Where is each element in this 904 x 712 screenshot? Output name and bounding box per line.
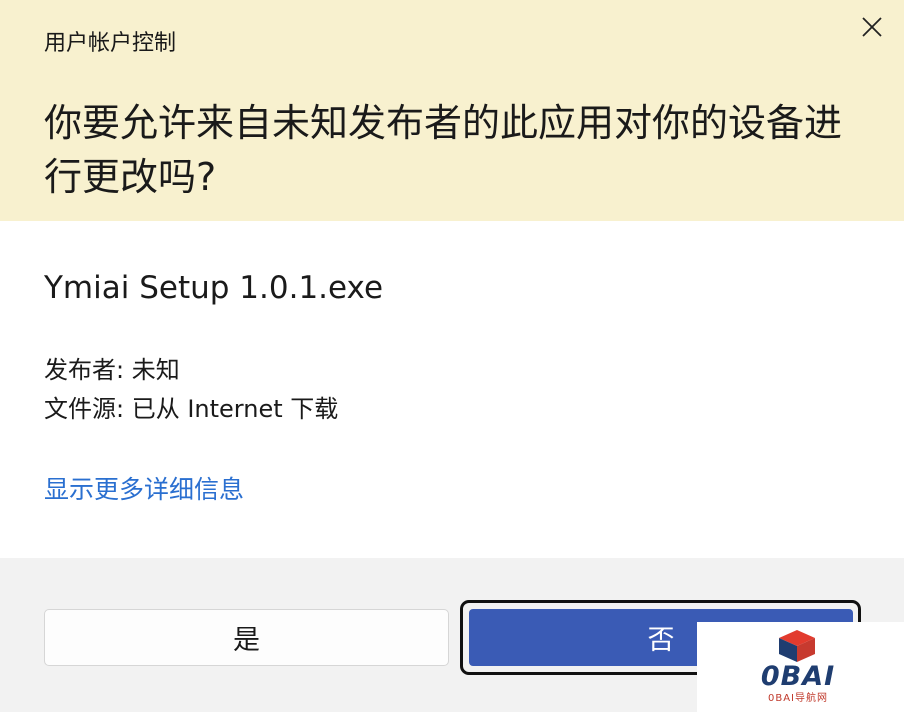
uac-dialog: 用户帐户控制 你要允许来自未知发布者的此应用对你的设备进行更改吗? Ymiai …	[0, 0, 904, 712]
watermark-brand: 0BAI	[760, 661, 836, 692]
publisher-info: 发布者: 未知	[44, 356, 180, 384]
program-name: Ymiai Setup 1.0.1.exe	[44, 270, 384, 306]
window-title: 用户帐户控制	[44, 31, 177, 56]
show-more-details-link[interactable]: 显示更多详细信息	[44, 473, 244, 507]
close-icon	[861, 16, 883, 38]
yes-button[interactable]: 是	[44, 609, 449, 666]
watermark-subtitle: 0BAI导航网	[767, 693, 828, 704]
dialog-header: 用户帐户控制 你要允许来自未知发布者的此应用对你的设备进行更改吗?	[0, 0, 904, 221]
file-origin-info: 文件源: 已从 Internet 下载	[44, 395, 339, 423]
consent-question: 你要允许来自未知发布者的此应用对你的设备进行更改吗?	[44, 101, 843, 199]
close-button[interactable]	[849, 8, 895, 46]
